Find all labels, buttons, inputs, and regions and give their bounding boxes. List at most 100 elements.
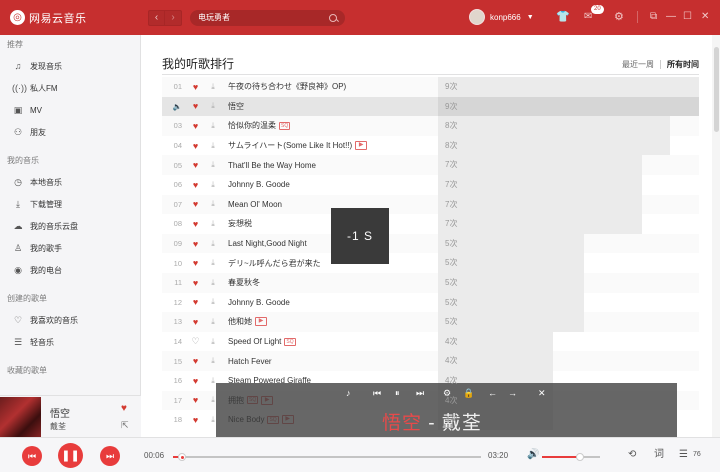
mv-play-icon[interactable]: ▶ <box>355 141 368 151</box>
scrollbar[interactable] <box>712 35 720 437</box>
avatar[interactable] <box>469 9 485 25</box>
progress-knob[interactable] <box>178 453 186 461</box>
forward-button[interactable]: › <box>165 9 182 26</box>
download-icon[interactable]: ⤓ <box>206 180 220 190</box>
sidebar-item[interactable]: ⤓ 下载管理 <box>0 193 140 215</box>
download-icon[interactable]: ⤓ <box>206 278 220 288</box>
song-title[interactable]: 春夏秋冬 <box>228 277 434 288</box>
previous-button[interactable]: ⏮ <box>22 446 42 466</box>
lyric-toggle-icon[interactable]: 词 <box>654 449 664 461</box>
download-icon[interactable]: ⤓ <box>206 199 220 209</box>
song-title[interactable]: Johnny B. Goode <box>228 298 434 307</box>
sidebar-item[interactable]: ♡ 我喜欢的音乐 <box>0 309 140 331</box>
heart-icon[interactable]: ♥ <box>188 121 203 131</box>
now-playing-mini[interactable]: 悟空 戴荃 ♥ ⇱ <box>0 395 141 438</box>
sidebar-item[interactable]: ☁ 我的音乐云盘 <box>0 215 140 237</box>
heart-icon[interactable]: ♥ <box>121 403 127 414</box>
tab-all-time[interactable]: 所有时间 <box>667 59 699 70</box>
pause-button[interactable]: ❚❚ <box>58 443 83 468</box>
download-icon[interactable]: ⤓ <box>206 337 220 347</box>
heart-icon[interactable]: ♥ <box>188 297 203 307</box>
scrollbar-thumb[interactable] <box>714 47 719 132</box>
ranking-row[interactable]: 03 ♥ ⤓ 恰似你的温柔 SQ 8次 <box>162 116 699 136</box>
heart-icon[interactable]: ♥ <box>188 376 203 386</box>
next-button[interactable]: ⏭ <box>100 446 120 466</box>
song-title[interactable]: サムライハート(Some Like It Hot!!) ▶ <box>228 140 434 151</box>
volume-slider[interactable] <box>542 453 600 461</box>
heart-icon[interactable]: ♥ <box>188 180 203 190</box>
lock-icon[interactable]: 🔒 <box>463 388 474 399</box>
search-icon[interactable] <box>329 13 337 22</box>
now-playing-title[interactable]: 悟空 <box>50 405 70 420</box>
music-note-icon[interactable]: ♪ <box>346 388 351 399</box>
ranking-row[interactable]: 01 ♥ ⤓ 午夜の待ち合わせ《野良神》OP) 9次 <box>162 77 699 97</box>
download-icon[interactable]: ⤓ <box>206 160 220 170</box>
ranking-row[interactable]: 15 ♥ ⤓ Hatch Fever 4次 <box>162 351 699 371</box>
minimize-icon[interactable]: — <box>666 10 676 24</box>
download-icon[interactable]: ⤓ <box>206 356 220 366</box>
mini-mode-icon[interactable]: ⧉ <box>650 10 657 24</box>
search-input[interactable]: 电玩勇者 <box>190 9 345 26</box>
ranking-row[interactable]: 🔈 ♥ ⤓ 悟空 9次 <box>162 96 699 117</box>
heart-outline-icon[interactable]: ♡ <box>188 336 203 347</box>
heart-icon[interactable]: ♥ <box>188 278 203 288</box>
previous-icon[interactable]: ⏮ <box>373 388 381 399</box>
heart-icon[interactable]: ♥ <box>188 160 203 170</box>
download-icon[interactable]: ⤓ <box>206 258 220 268</box>
song-title[interactable]: Johnny B. Goode <box>228 180 434 189</box>
heart-icon[interactable]: ♥ <box>188 356 203 366</box>
ranking-row[interactable]: 09 ♥ ⤓ Last Night,Good Night 5次 <box>162 233 699 254</box>
sidebar-item[interactable]: ((·)) 私人FM <box>0 77 140 99</box>
heart-icon[interactable]: ♥ <box>188 258 203 268</box>
next-icon[interactable]: ⏭ <box>416 388 424 399</box>
song-title[interactable]: Hatch Fever <box>228 357 434 366</box>
download-icon[interactable]: ⤓ <box>206 121 220 131</box>
progress-slider[interactable] <box>173 453 481 461</box>
loop-icon[interactable]: ⟲ <box>628 449 636 461</box>
arrow-right-icon[interactable]: → <box>508 388 517 399</box>
mv-play-icon[interactable]: ▶ <box>255 317 267 327</box>
close-icon[interactable]: ✕ <box>538 388 546 399</box>
pause-icon[interactable]: ⏸ <box>395 388 400 399</box>
ranking-row[interactable]: 13 ♥ ⤓ 他和她 ▶ 5次 <box>162 312 699 332</box>
ranking-row[interactable]: 04 ♥ ⤓ サムライハート(Some Like It Hot!!) ▶ 8次 <box>162 135 699 156</box>
heart-icon[interactable]: ♥ <box>188 82 203 92</box>
ranking-row[interactable]: 12 ♥ ⤓ Johnny B. Goode 5次 <box>162 292 699 313</box>
heart-icon[interactable]: ♥ <box>188 199 203 209</box>
heart-icon[interactable]: ♥ <box>188 395 203 405</box>
song-title[interactable]: 他和她 ▶ <box>228 316 434 327</box>
download-icon[interactable]: ⤓ <box>206 219 220 229</box>
skin-icon[interactable]: 👕 <box>556 10 570 24</box>
close-icon[interactable]: ✕ <box>701 10 709 24</box>
ranking-row[interactable]: 06 ♥ ⤓ Johnny B. Goode 7次 <box>162 174 699 195</box>
arrow-left-icon[interactable]: ← <box>488 388 497 399</box>
now-playing-artist[interactable]: 戴荃 <box>50 421 66 432</box>
song-title[interactable]: 悟空 <box>228 101 434 112</box>
ranking-row[interactable]: 05 ♥ ⤓ That'll Be the Way Home 7次 <box>162 155 699 175</box>
download-icon[interactable]: ⤓ <box>206 297 220 307</box>
download-icon[interactable]: ⤓ <box>206 82 220 92</box>
user-menu[interactable]: konp666 ▼ <box>469 9 534 25</box>
tab-last-week[interactable]: 最近一周 <box>622 59 654 70</box>
ranking-row[interactable]: 11 ♥ ⤓ 春夏秋冬 5次 <box>162 272 699 293</box>
song-title[interactable]: Speed Of Light SQ <box>228 337 434 346</box>
heart-icon[interactable]: ♥ <box>188 219 203 229</box>
ranking-row[interactable]: 07 ♥ ⤓ Mean Ol' Moon 7次 <box>162 194 699 215</box>
username[interactable]: konp666 <box>490 13 521 22</box>
download-icon[interactable]: ⤓ <box>206 317 220 327</box>
sidebar-item[interactable]: ♙ 我的歌手 <box>0 237 140 259</box>
settings-gear-icon[interactable]: ⚙ <box>614 10 624 24</box>
sidebar-item[interactable]: ☰ 轻音乐 <box>0 331 140 353</box>
sidebar-item[interactable]: ◷ 本地音乐 <box>0 171 140 193</box>
album-cover[interactable] <box>0 397 41 438</box>
caret-down-icon[interactable]: ▼ <box>527 14 534 21</box>
volume-knob[interactable] <box>576 453 584 461</box>
download-icon[interactable]: ⤓ <box>206 239 220 249</box>
sidebar-item[interactable]: ♫ 发现音乐 <box>0 55 140 77</box>
volume-icon[interactable]: 🔊 <box>527 449 539 460</box>
share-icon[interactable]: ⇱ <box>121 420 129 431</box>
song-title[interactable]: That'll Be the Way Home <box>228 161 434 170</box>
heart-icon[interactable]: ♥ <box>188 101 203 111</box>
back-button[interactable]: ‹ <box>148 9 165 26</box>
song-title[interactable]: 午夜の待ち合わせ《野良神》OP) <box>228 81 434 92</box>
